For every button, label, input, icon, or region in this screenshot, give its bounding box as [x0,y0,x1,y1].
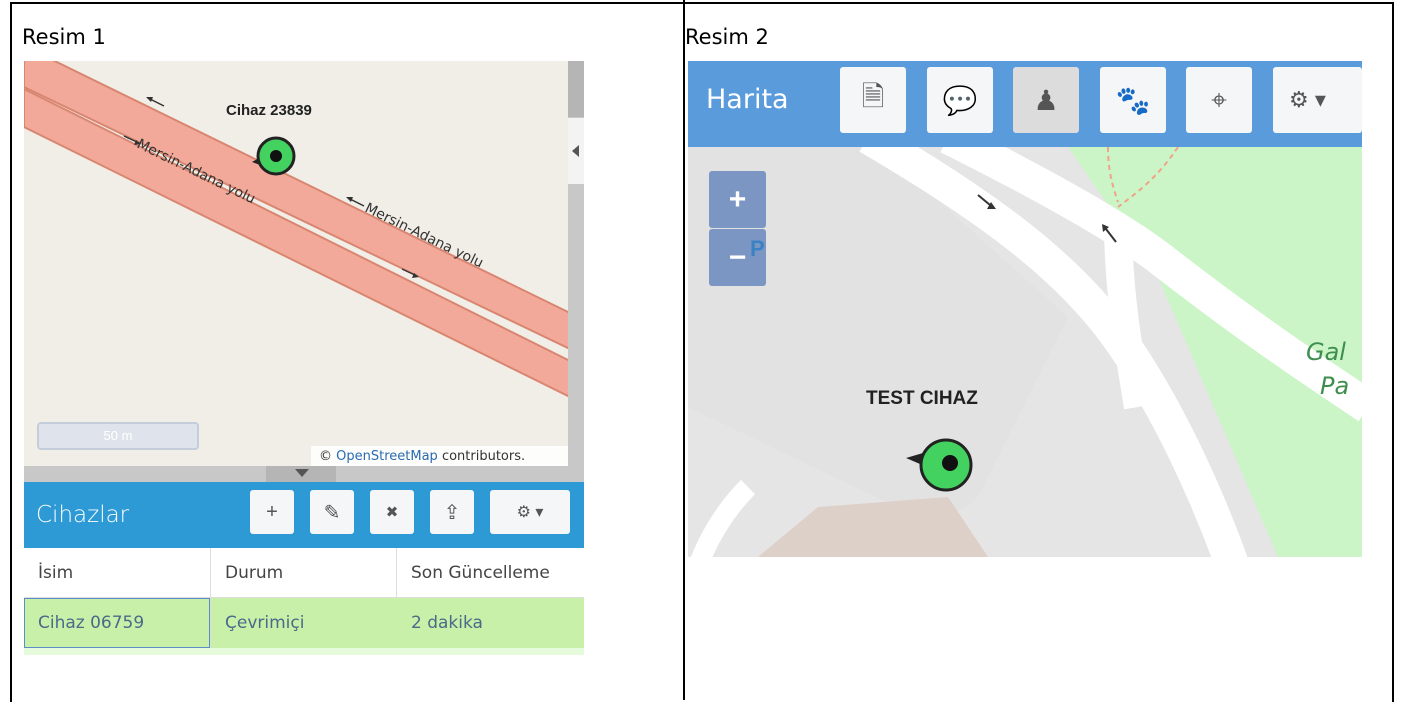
column-header-status[interactable]: Durum [211,548,397,597]
device-marker-label: Cihaz 23839 [226,102,312,119]
devices-grid-header: İsim Durum Son Güncelleme [24,548,584,598]
map-attribution: © OpenStreetMap contributors. [311,446,568,468]
plus-icon: + [266,500,278,523]
map-view-left[interactable]: Mersin-Adana yolu Mersin-Adana yolu [24,61,570,467]
map-settings-button[interactable]: ⚙ ▾ [1273,67,1362,133]
close-icon: ✖ [385,504,399,521]
devices-title: Cihazlar [36,502,130,528]
remove-device-button[interactable]: ✖ [370,490,414,534]
paw-icon: 🐾 [1115,84,1151,116]
settings-menu-button[interactable]: ⚙ ▾ [490,490,570,534]
park-label-line2: Pa [1320,372,1350,400]
zoom-in-button[interactable]: + [709,171,766,228]
chat-icon: 💬 [942,84,978,116]
locate-button[interactable]: ⌖ [1186,67,1252,133]
chevron-left-icon [572,145,579,157]
follow-device-button[interactable]: ♟ [1013,67,1079,133]
panel-caption-right: Resim 2 [685,25,769,49]
device-marker-label: TEST CIHAZ [866,388,978,409]
table-row-partial[interactable] [24,648,584,655]
road-d [691,479,756,557]
edit-device-button[interactable]: ✎ [310,490,354,534]
document-icon: 🗎 [861,81,885,112]
panel-divider [683,0,685,700]
panel-caption-left: Resim 1 [22,25,106,49]
minus-icon: − [728,240,747,274]
person-icon: ♟ [1033,84,1059,116]
vertical-scrollbar-thumb[interactable] [568,61,584,117]
column-header-name[interactable]: İsim [24,548,210,597]
scale-bar: 50 m [37,422,199,450]
map-view-right[interactable] [688,147,1362,557]
crosshair-icon: ⌖ [1211,83,1227,115]
show-history-button[interactable]: 🐾 [1100,67,1166,133]
upload-icon: ⇪ [443,501,461,524]
landuse-patch [758,497,988,557]
devices-toolbar: Cihazlar + ✎ ✖ ⇪ ⚙ ▾ [24,482,584,548]
cell-last-update[interactable]: 2 dakika [397,598,584,648]
map-features [688,147,1362,557]
gear-icon: ⚙ ▾ [1289,87,1326,112]
pencil-icon: ✎ [323,501,341,524]
parking-icon: P [750,236,765,261]
cell-device-name[interactable]: Cihaz 06759 [24,598,210,648]
map-roads: Mersin-Adana yolu Mersin-Adana yolu [24,61,570,399]
upload-button[interactable]: ⇪ [430,490,474,534]
map-toolbar: Harita 🗎 💬 ♟ 🐾 ⌖ ⚙ ▾ [688,61,1362,147]
chevron-down-icon [295,469,309,477]
column-header-last-update[interactable]: Son Güncelleme [397,548,584,597]
attribution-suffix: contributors. [437,449,526,464]
report-button[interactable]: 🗎 [840,67,906,133]
table-row[interactable]: Cihaz 06759 Çevrimiçi 2 dakika [24,598,584,648]
cell-device-status[interactable]: Çevrimiçi [211,598,397,648]
attribution-prefix: © [319,449,337,464]
openstreetmap-link[interactable]: OpenStreetMap [336,449,438,464]
map-title: Harita [706,84,789,115]
gear-icon: ⚙ ▾ [516,504,544,521]
command-button[interactable]: 💬 [927,67,993,133]
plus-icon: + [728,182,747,216]
add-device-button[interactable]: + [250,490,294,534]
road-lower [24,87,570,399]
park-label-line1: Gal [1306,338,1346,366]
